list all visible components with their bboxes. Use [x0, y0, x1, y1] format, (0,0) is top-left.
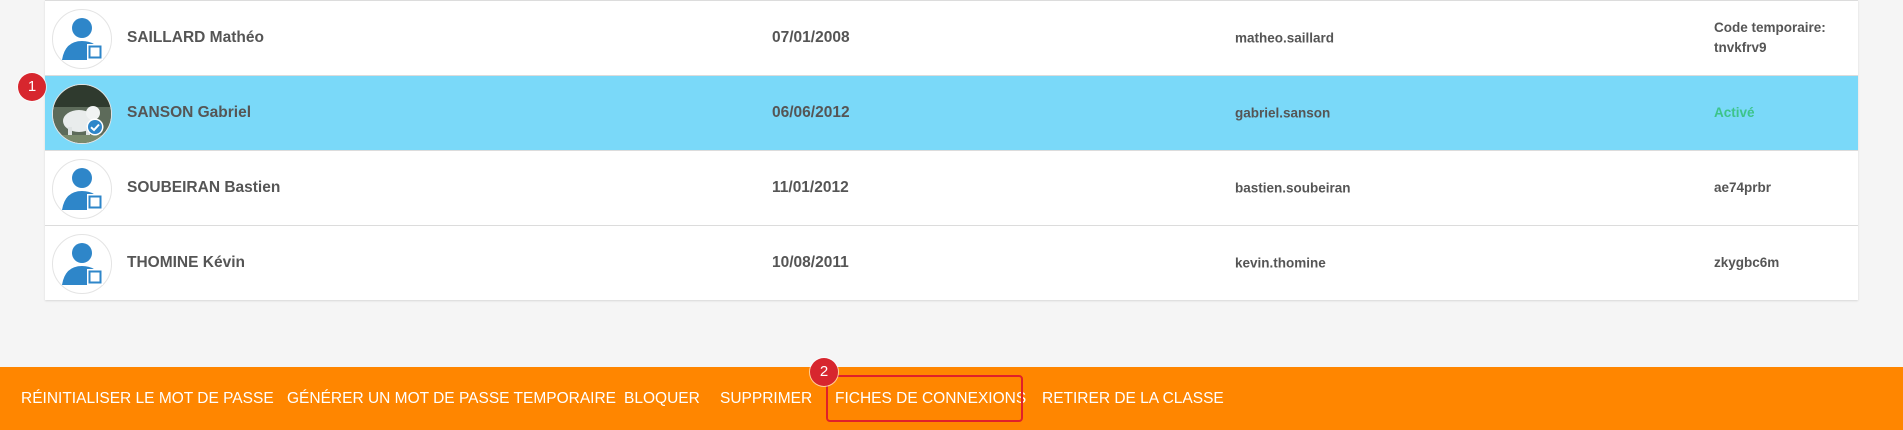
block-button[interactable]: BLOQUER: [624, 367, 700, 430]
student-birthdate: 06/06/2012: [772, 104, 850, 121]
annotation-badge-1: 1: [18, 73, 46, 101]
student-login: gabriel.sanson: [1235, 105, 1331, 121]
student-row[interactable]: SOUBEIRAN Bastien 11/01/2012 bastien.sou…: [45, 150, 1858, 225]
student-name: THOMINE Kévin: [127, 254, 245, 271]
student-name: SOUBEIRAN Bastien: [127, 179, 281, 196]
student-status: ae74prbr: [1714, 178, 1771, 198]
student-row[interactable]: THOMINE Kévin 10/08/2011 kevin.thomine z…: [45, 225, 1858, 300]
annotation-highlight: [826, 375, 1023, 422]
unchecked-checkbox-icon[interactable]: [86, 268, 104, 286]
student-login: matheo.saillard: [1235, 30, 1335, 46]
generate-temp-password-button[interactable]: GÉNÉRER UN MOT DE PASSE TEMPORAIRE: [287, 367, 616, 430]
student-login: kevin.thomine: [1235, 255, 1326, 271]
student-name: SAILLARD Mathéo: [127, 29, 264, 46]
status-label: Code temporaire:: [1714, 20, 1826, 35]
unchecked-checkbox-icon[interactable]: [86, 43, 104, 61]
student-list: SAILLARD Mathéo 07/01/2008 matheo.sailla…: [45, 0, 1858, 300]
student-login: bastien.soubeiran: [1235, 180, 1351, 196]
status-code: zkygbc6m: [1714, 255, 1780, 270]
checked-circle-icon[interactable]: [86, 118, 104, 136]
student-name: SANSON Gabriel: [127, 104, 252, 121]
status-code: tnvkfrv9: [1714, 40, 1767, 55]
student-birthdate: 10/08/2011: [772, 254, 849, 271]
student-row[interactable]: SAILLARD Mathéo 07/01/2008 matheo.sailla…: [45, 0, 1858, 75]
student-birthdate: 11/01/2012: [772, 179, 849, 196]
remove-from-class-button[interactable]: RETIRER DE LA CLASSE: [1042, 367, 1224, 430]
delete-button[interactable]: SUPPRIMER: [720, 367, 812, 430]
student-row-selected[interactable]: SANSON Gabriel 06/06/2012 gabriel.sanson…: [45, 75, 1858, 150]
reset-password-button[interactable]: RÉINITIALISER LE MOT DE PASSE: [21, 367, 274, 430]
student-status: Code temporaire: tnvkfrv9: [1714, 18, 1826, 58]
student-birthdate: 07/01/2008: [772, 29, 850, 46]
unchecked-checkbox-icon[interactable]: [86, 193, 104, 211]
annotation-badge-2: 2: [810, 358, 838, 386]
status-code: ae74prbr: [1714, 180, 1772, 195]
status-label: Activé: [1714, 105, 1755, 120]
student-status: Activé: [1714, 103, 1755, 123]
student-status: zkygbc6m: [1714, 253, 1779, 273]
